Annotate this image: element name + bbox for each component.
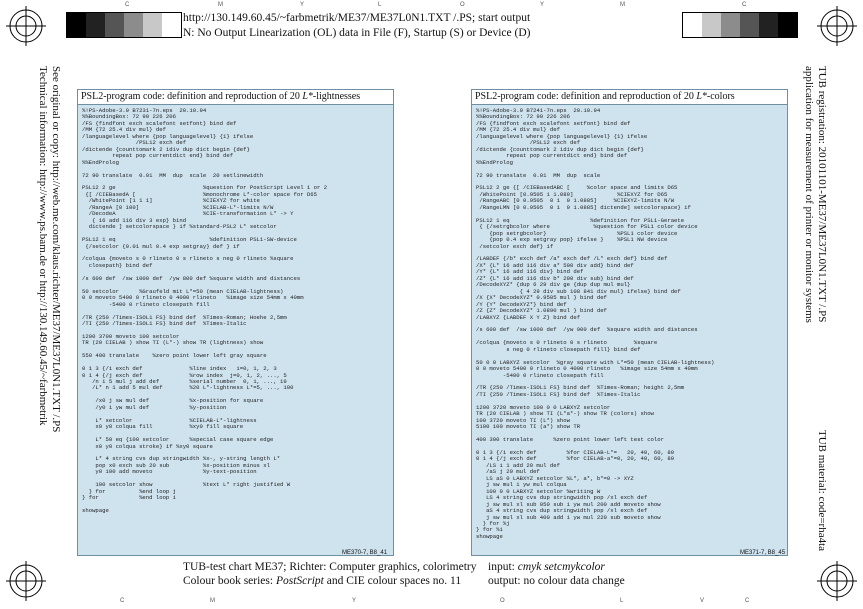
gray-swatch bbox=[683, 13, 702, 37]
edge-tick: M bbox=[218, 2, 223, 8]
gray-swatch bbox=[162, 13, 181, 37]
footer-input-prefix: input: bbox=[488, 561, 518, 573]
panel-title-suffix: -colors bbox=[706, 91, 735, 102]
edge-tick: Y bbox=[352, 598, 357, 604]
edge-tick: O bbox=[460, 2, 465, 8]
registration-mark-top-left bbox=[6, 6, 46, 46]
footer-input-italic: cmyk setcmykcolor bbox=[517, 561, 605, 573]
gray-swatch bbox=[702, 13, 721, 37]
edge-tick: C bbox=[745, 598, 750, 604]
gray-swatch bbox=[759, 13, 778, 37]
edge-tick: Y bbox=[300, 2, 305, 8]
edge-tick: M bbox=[620, 2, 625, 8]
right-side-line-1: TUB registration: 20101101-ME37/ME37L0N1… bbox=[816, 66, 828, 323]
header-line-1: http://130.149.60.45/~farbmetrik/ME37/ME… bbox=[183, 12, 531, 24]
gray-swatch bbox=[67, 13, 86, 37]
gray-swatch bbox=[740, 13, 759, 37]
registration-mark-bottom-left bbox=[6, 561, 46, 601]
footer-series-italic: PostScript bbox=[275, 575, 324, 587]
right-side-line-2: application for measurement of printer o… bbox=[803, 66, 815, 323]
left-side-line-1: See original or copy: http://web.me.com/… bbox=[50, 66, 62, 433]
edge-tick: M bbox=[210, 598, 215, 604]
header-line-2: N: No Output Linearization (OL) data in … bbox=[183, 27, 531, 39]
panel-title-prefix: PSL2-program code: definition and reprod… bbox=[475, 91, 697, 102]
left-side-line-2: Technical information: http://www.ps.bam… bbox=[37, 66, 49, 426]
graybar-right bbox=[682, 12, 798, 38]
panel-title-suffix: -lightnesses bbox=[312, 91, 361, 102]
gray-swatch bbox=[721, 13, 740, 37]
panel-title-variable: L* bbox=[302, 91, 313, 102]
edge-tick: V bbox=[700, 598, 705, 604]
footer-right-line-2: output: no colour data change bbox=[488, 575, 625, 587]
panel-title-prefix: PSL2-program code: definition and reprod… bbox=[81, 91, 303, 102]
page-code-right: ME371-7, B8_45 bbox=[740, 550, 786, 556]
edge-tick: L bbox=[620, 598, 624, 604]
footer-right-line-1: input: cmyk setcmykcolor bbox=[488, 561, 605, 573]
page-code-left: ME370-7, B8_41 bbox=[342, 550, 388, 556]
footer-left-line-1: TUB-test chart ME37; Richter: Computer g… bbox=[183, 561, 477, 573]
edge-tick: C bbox=[742, 2, 747, 8]
footer-series-suffix: and CIE colour spaces no. 11 bbox=[323, 575, 462, 587]
edge-tick: C bbox=[125, 2, 130, 8]
footer-left-line-2: Colour book series: PostScript and CIE c… bbox=[183, 575, 461, 587]
edge-tick: L bbox=[378, 2, 382, 8]
gray-swatch bbox=[86, 13, 105, 37]
code-listing: %!PS-Adobe-3.0 B7231-7n.eps 20.10.94 %%B… bbox=[82, 108, 328, 515]
gray-swatch bbox=[778, 13, 797, 37]
panel-title-variable: L* bbox=[696, 91, 707, 102]
right-side-line-3: TUB material: code=rha4ta bbox=[816, 430, 828, 552]
footer-series-prefix: Colour book series: bbox=[183, 575, 276, 587]
panel-title: PSL2-program code: definition and reprod… bbox=[472, 90, 787, 105]
code-listing: %!PS-Adobe-3.0 B7241-7n.eps 20.10.94 %%B… bbox=[476, 108, 715, 540]
edge-tick: C bbox=[120, 598, 125, 604]
gray-swatch bbox=[105, 13, 124, 37]
edge-tick: O bbox=[500, 598, 505, 604]
registration-mark-bottom-right bbox=[817, 561, 857, 601]
registration-mark-top-right bbox=[817, 6, 857, 46]
gray-swatch bbox=[143, 13, 162, 37]
graybar-left bbox=[66, 12, 182, 38]
edge-tick: Y bbox=[540, 2, 545, 8]
code-panel-lightnesses: PSL2-program code: definition and reprod… bbox=[77, 89, 394, 556]
gray-swatch bbox=[124, 13, 143, 37]
code-panel-colors: PSL2-program code: definition and reprod… bbox=[471, 89, 788, 556]
panel-title: PSL2-program code: definition and reprod… bbox=[78, 90, 393, 105]
